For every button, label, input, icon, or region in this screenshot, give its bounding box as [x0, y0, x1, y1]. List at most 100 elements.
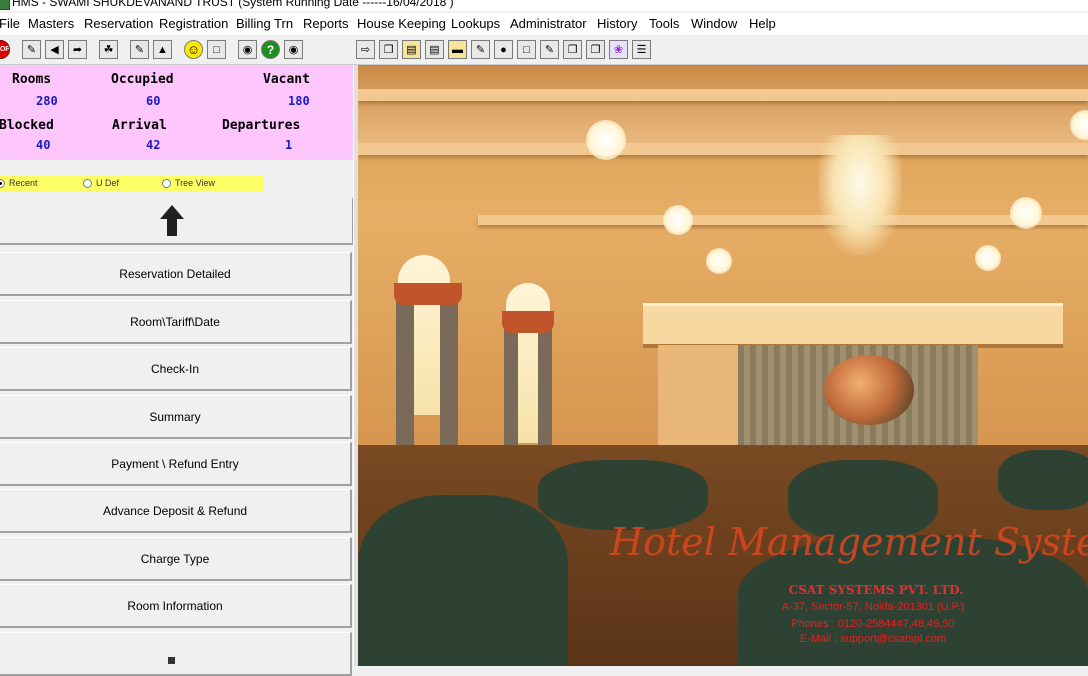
menu-lookups[interactable]: Lookups — [451, 16, 500, 31]
up-arrow-stem — [167, 218, 177, 236]
title-bar: HMS - SWAMI SHUKDEVANAND TRUST (System R… — [0, 0, 1088, 11]
clipboard-icon[interactable]: □ — [207, 40, 226, 59]
page-icon[interactable]: □ — [517, 40, 536, 59]
edit-icon[interactable]: ✎ — [130, 40, 149, 59]
person-icon[interactable]: ● — [494, 40, 513, 59]
nav-reservation-detailed[interactable]: Reservation Detailed — [0, 252, 352, 296]
menu-reports[interactable]: Reports — [303, 16, 349, 31]
drape — [396, 295, 414, 445]
radio-tree-view-label: Tree View — [175, 178, 216, 188]
app-icon — [0, 0, 10, 10]
scroll-down-button[interactable] — [0, 632, 352, 676]
binoculars-icon[interactable]: ◉ — [284, 40, 303, 59]
drape — [440, 295, 458, 445]
menu-registration[interactable]: Registration — [159, 16, 228, 31]
flower-arrangement — [824, 355, 914, 425]
nav-payment-refund-entry[interactable]: Payment \ Refund Entry — [0, 442, 352, 486]
menu-house-keeping[interactable]: House Keeping — [357, 16, 446, 31]
departures-value: 1 — [285, 138, 293, 152]
menu-administrator[interactable]: Administrator — [510, 16, 587, 31]
splash-background-image: Hotel Management System CSAT SYSTEMS PVT… — [358, 65, 1088, 666]
stop-icon[interactable]: STOP — [0, 40, 10, 59]
blocked-value: 40 — [36, 138, 51, 152]
vacant-label: Vacant — [263, 72, 310, 87]
copy-icon[interactable]: ❐ — [379, 40, 398, 59]
arrival-label: Arrival — [112, 118, 167, 133]
nav-charge-type[interactable]: Charge Type — [0, 537, 352, 581]
folder-icon[interactable]: ▤ — [402, 40, 421, 59]
menu-help[interactable]: Help — [749, 16, 776, 31]
radio-dot — [162, 178, 171, 188]
table — [358, 495, 568, 666]
nav-room-tariff-date[interactable]: Room\Tariff\Date — [0, 300, 352, 344]
nav-advance-deposit-refund[interactable]: Advance Deposit & Refund — [0, 489, 352, 533]
radio-dot — [0, 178, 5, 188]
rooms-value: 280 — [36, 94, 58, 108]
arrival-value: 42 — [146, 138, 161, 152]
ceiling-beam — [478, 215, 1088, 225]
menu-tools[interactable]: Tools — [649, 16, 679, 31]
cleaning-icon[interactable]: ☘ — [99, 40, 118, 59]
smiley-icon[interactable]: ☺ — [184, 40, 203, 59]
window-title: HMS - SWAMI SHUKDEVANAND TRUST (System R… — [12, 0, 454, 9]
back-icon[interactable]: ◀ — [45, 40, 64, 59]
document-icon[interactable]: ▤ — [425, 40, 444, 59]
stage-doors — [658, 345, 738, 445]
book-icon[interactable]: ✎ — [22, 40, 41, 59]
ceiling-light — [1010, 197, 1042, 229]
radio-recent-label: Recent — [9, 178, 38, 188]
search-image-icon[interactable]: ◉ — [238, 40, 257, 59]
card-icon[interactable]: ▬ — [448, 40, 467, 59]
list-icon[interactable]: ☰ — [632, 40, 651, 59]
down-arrow-icon — [168, 657, 175, 664]
drape — [504, 315, 518, 465]
ceiling — [358, 65, 1088, 155]
menu-window[interactable]: Window — [691, 16, 737, 31]
ceiling-light — [975, 245, 1001, 271]
chart-icon[interactable]: ▲ — [153, 40, 172, 59]
chandelier — [818, 135, 902, 255]
radio-user-defined-label: U Def — [96, 178, 120, 188]
radio-recent[interactable]: Recent — [0, 178, 38, 188]
occupied-label: Occupied — [111, 72, 174, 87]
tag-icon[interactable]: ✎ — [540, 40, 559, 59]
butterfly-icon[interactable]: ❀ — [609, 40, 628, 59]
hms-logo-text: Hotel Management System — [610, 520, 1088, 564]
view-options: Recent U Def Tree View — [0, 176, 264, 192]
ceiling-light — [663, 205, 693, 235]
nav-check-in[interactable]: Check-In — [0, 347, 352, 391]
nav-room-information[interactable]: Room Information — [0, 584, 352, 628]
balcony — [643, 303, 1063, 348]
left-panel: Rooms 280 Occupied 60 Vacant 180 Blocked… — [0, 65, 358, 676]
valance — [394, 283, 462, 305]
ceiling-beam — [358, 143, 1088, 155]
menu-reservation[interactable]: Reservation — [84, 16, 153, 31]
blocked-label: Blocked — [0, 118, 54, 133]
stack2-icon[interactable]: ❐ — [586, 40, 605, 59]
help-icon[interactable]: ? — [261, 40, 280, 59]
ceiling-light — [706, 248, 732, 274]
radio-tree-view[interactable]: Tree View — [162, 178, 215, 188]
menu-bar: File Masters Reservation Registration Bi… — [0, 13, 1088, 35]
stack-icon[interactable]: ❐ — [563, 40, 582, 59]
valance — [502, 311, 554, 333]
ceiling-light — [586, 120, 626, 160]
occupied-value: 60 — [146, 94, 161, 108]
nav-summary[interactable]: Summary — [0, 395, 352, 439]
forward-icon[interactable]: ➦ — [68, 40, 87, 59]
company-phones: Phones : 0120-2584447,48,49,50 — [791, 618, 955, 630]
departures-label: Departures — [222, 118, 301, 133]
move-icon[interactable]: ⇨ — [356, 40, 375, 59]
menu-billing-trn[interactable]: Billing Trn — [236, 16, 293, 31]
menu-masters[interactable]: Masters — [28, 16, 74, 31]
radio-dot — [83, 178, 92, 188]
up-arrow-icon — [160, 205, 184, 219]
rooms-label: Rooms — [12, 72, 52, 87]
pencil-icon[interactable]: ✎ — [471, 40, 490, 59]
ceiling-beam — [358, 89, 1088, 101]
menu-file[interactable]: File — [0, 16, 20, 31]
table — [998, 450, 1088, 510]
radio-user-defined[interactable]: U Def — [83, 178, 119, 188]
company-email: E-Mail : support@csatspl.com — [799, 633, 947, 645]
menu-history[interactable]: History — [597, 16, 637, 31]
